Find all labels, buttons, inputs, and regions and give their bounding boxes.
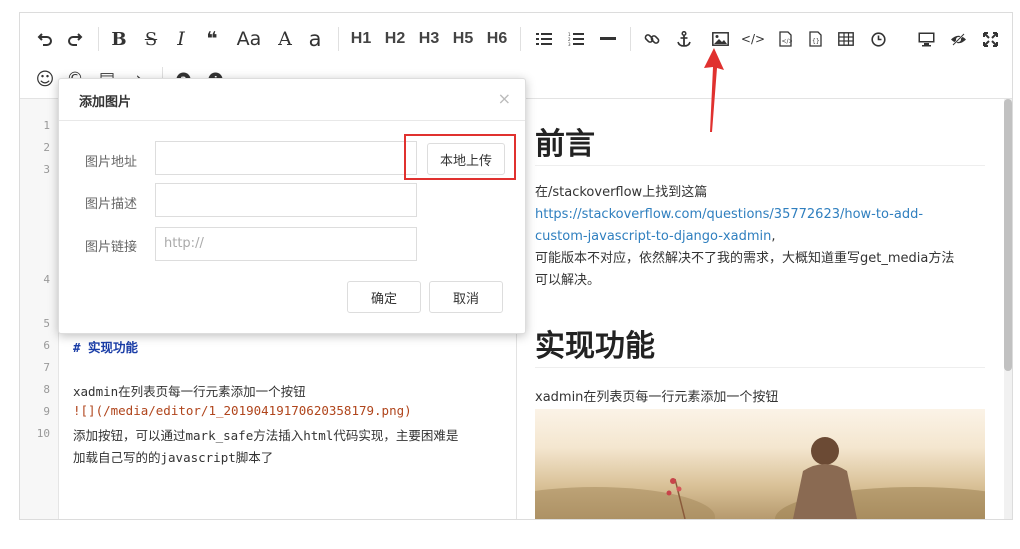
annotation-highlight-box [404,134,516,180]
line-number: 7 [43,361,50,374]
image-link-label: 图片链接 [85,240,138,255]
image-alt-input[interactable] [155,183,417,217]
line-number: 3 [43,163,50,176]
preview-link[interactable]: https://stackoverflow.com/questions/3577… [535,204,985,226]
ordered-list-icon[interactable]: 123 [564,25,588,53]
preview-link-continued[interactable]: custom-javascript-to-django-xadmin [535,229,771,244]
line-number: 10 [36,427,50,440]
heading-6-button[interactable]: H6 [482,25,512,53]
italic-icon[interactable]: I [170,25,192,53]
svg-text:</>: </> [781,38,792,45]
heading-1-button[interactable]: H1 [346,25,376,53]
redo-icon[interactable] [64,25,86,53]
preview-scrollbar[interactable] [1004,99,1012,519]
emoji-icon[interactable]: ☺ [34,65,56,93]
preview-image [535,409,985,519]
heading-2-button[interactable]: H2 [380,25,410,53]
line-number: 9 [43,405,50,418]
code-icon[interactable]: </> [740,25,766,53]
bold-icon[interactable]: B [108,25,130,53]
code-block-icon[interactable]: </> [774,25,796,53]
toolbar-separator [338,27,339,51]
toolbar-separator [520,27,521,51]
fullscreen-icon[interactable] [978,25,1002,53]
table-icon[interactable] [834,25,858,53]
toolbar-separator [98,27,99,51]
unordered-list-icon[interactable] [532,25,556,53]
heading-underline [535,367,985,368]
heading-3-button[interactable]: H3 [414,25,444,53]
dialog-divider [59,120,525,121]
svg-text:3: 3 [568,42,571,46]
code-line-wrapped: 加载自己写的的javascript脚本了 [73,450,274,465]
preformatted-icon[interactable]: {} [804,25,826,53]
code-line-heading: # 实现功能 [73,340,139,355]
heading-5-button[interactable]: H5 [448,25,478,53]
datetime-icon[interactable] [866,25,890,53]
confirm-button[interactable]: 确定 [347,281,421,313]
preview-paragraph: 在/stackoverflow上找到这篇 [535,185,708,200]
toggle-preview-icon[interactable] [946,25,970,53]
preview-heading-feature: 实现功能 [535,329,655,364]
cancel-button[interactable]: 取消 [429,281,503,313]
line-number: 1 [43,119,50,132]
image-url-label: 图片地址 [85,155,138,170]
link-icon[interactable] [640,25,664,53]
add-image-dialog: 添加图片 × 图片地址 本地上传 图片描述 图片链接 http:// 确定 取消 [58,78,526,334]
preview-paragraph: 可以解决。 [535,273,601,288]
image-url-input[interactable] [155,141,417,175]
markdown-preview: 前言 在/stackoverflow上找到这篇 https://stackove… [517,99,1002,519]
code-line-image: ![](/media/editor/1_20190419170620358179… [73,403,412,418]
watch-preview-icon[interactable] [914,25,938,53]
heading-underline [535,165,985,166]
uppercase-all-icon[interactable]: A [274,25,296,53]
line-number: 2 [43,141,50,154]
anchor-icon[interactable] [672,25,696,53]
code-line: xadmin在列表页每一行元素添加一个按钮 [73,384,306,399]
image-alt-label: 图片描述 [85,197,138,212]
scrollbar-thumb[interactable] [1004,99,1012,371]
code-line: 添加按钮，可以通过mark_safe方法插入html代码实现，主要困难是 [73,428,459,443]
line-number: 4 [43,273,50,286]
strikethrough-icon[interactable]: S [140,25,162,53]
preview-paragraph: 可能版本不对应，依然解决不了我的需求，大概知道重写get_media方法 [535,251,955,266]
toolbar-separator [630,27,631,51]
svg-text:{}: {} [812,38,820,45]
preview-paragraph: xadmin在列表页每一行元素添加一个按钮 [535,390,779,405]
close-icon[interactable]: × [498,89,511,108]
line-number: 6 [43,339,50,352]
preview-link-line: custom-javascript-to-django-xadmin, [535,226,985,248]
preview-heading-intro: 前言 [535,127,595,162]
image-link-input[interactable]: http:// [155,227,417,261]
uppercase-icon[interactable]: Aa [234,25,264,53]
line-number: 5 [43,317,50,330]
line-number: 8 [43,383,50,396]
lowercase-icon[interactable]: a [304,25,326,53]
annotation-arrow [704,48,724,132]
quote-icon[interactable]: ❝ [200,25,224,53]
undo-icon[interactable] [34,25,56,53]
preview-comma: , [771,229,776,244]
dialog-title: 添加图片 [79,95,132,110]
line-number-gutter: 1 2 3 4 5 6 7 8 9 10 [20,99,59,519]
horizontal-rule-icon[interactable] [596,25,620,53]
